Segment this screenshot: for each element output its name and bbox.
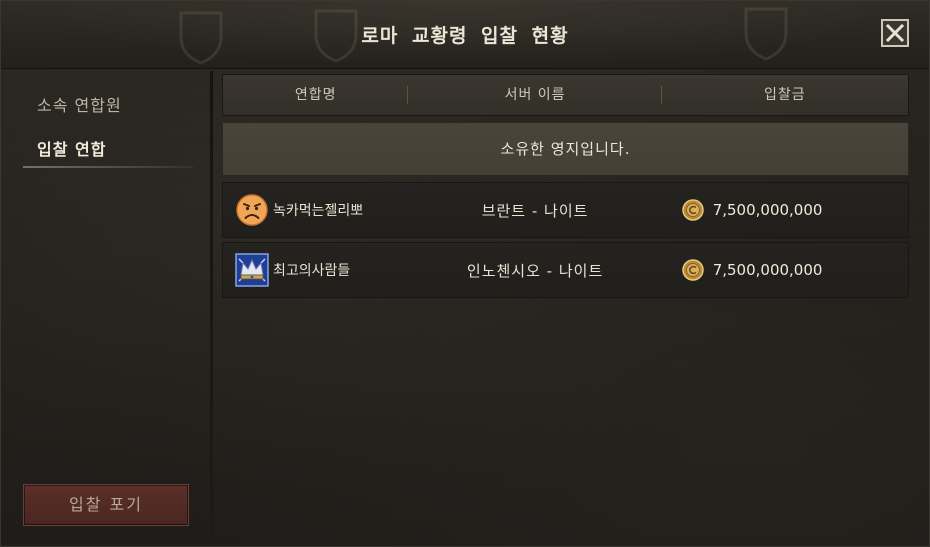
column-header-alliance: 연합명 <box>223 74 409 116</box>
bid-amount: 7,500,000,000 <box>712 201 823 219</box>
table-row[interactable]: 최고의사람들 인노첸시오 - 나이트 7,500,000,000 <box>222 242 909 298</box>
bid-table: 연합명 서버 이름 입찰금 소유한 영지입니다. 녹카먹는젤리뽀 브란트 - 나… <box>222 74 909 536</box>
column-header-server: 서버 이름 <box>408 74 662 116</box>
bid-cell: 7,500,000,000 <box>662 259 908 281</box>
sidebar: 소속 연합원 입찰 연합 입찰 포기 <box>13 74 211 536</box>
column-header-label: 입찰금 <box>764 87 806 103</box>
table-row[interactable]: 녹카먹는젤리뽀 브란트 - 나이트 7,500,000,000 <box>222 182 909 238</box>
sidebar-item-members[interactable]: 소속 연합원 <box>23 88 201 124</box>
alliance-cell: 녹카먹는젤리뽀 <box>223 182 408 238</box>
bid-cell: 7,500,000,000 <box>662 199 908 221</box>
give-up-bid-button[interactable]: 입찰 포기 <box>23 484 189 526</box>
active-tab-underline <box>23 166 193 168</box>
panel-divider <box>210 71 213 536</box>
bid-status-window: 로마 교황령 입찰 현황 소속 연합원 입찰 연합 입찰 포기 연합명 서버 이… <box>0 0 930 547</box>
crown-emblem-icon <box>235 253 269 287</box>
title-bar: 로마 교황령 입찰 현황 <box>1 1 929 69</box>
sidebar-item-label: 입찰 연합 <box>37 140 107 159</box>
sad-face-emblem-icon <box>236 194 268 226</box>
window-title: 로마 교황령 입찰 현황 <box>361 25 569 47</box>
alliance-cell: 최고의사람들 <box>223 242 408 298</box>
owned-territory-notice: 소유한 영지입니다. <box>222 122 909 176</box>
column-header-label: 서버 이름 <box>504 87 566 103</box>
alliance-name: 녹카먹는젤리뽀 <box>273 203 364 219</box>
column-header-bid: 입찰금 <box>662 74 908 116</box>
column-header-label: 연합명 <box>294 87 337 103</box>
server-name: 브란트 - 나이트 <box>481 201 589 220</box>
gold-coin-icon <box>681 259 704 281</box>
sidebar-item-label: 소속 연합원 <box>37 96 122 115</box>
close-button[interactable] <box>881 19 909 47</box>
sidebar-item-bidding-alliances[interactable]: 입찰 연합 <box>23 132 201 168</box>
table-header: 연합명 서버 이름 입찰금 <box>222 74 909 116</box>
gold-coin-icon <box>681 199 704 221</box>
close-icon <box>885 23 905 43</box>
alliance-name: 최고의사람들 <box>273 263 351 279</box>
bid-amount: 7,500,000,000 <box>712 261 823 279</box>
server-name: 인노첸시오 - 나이트 <box>466 261 604 280</box>
